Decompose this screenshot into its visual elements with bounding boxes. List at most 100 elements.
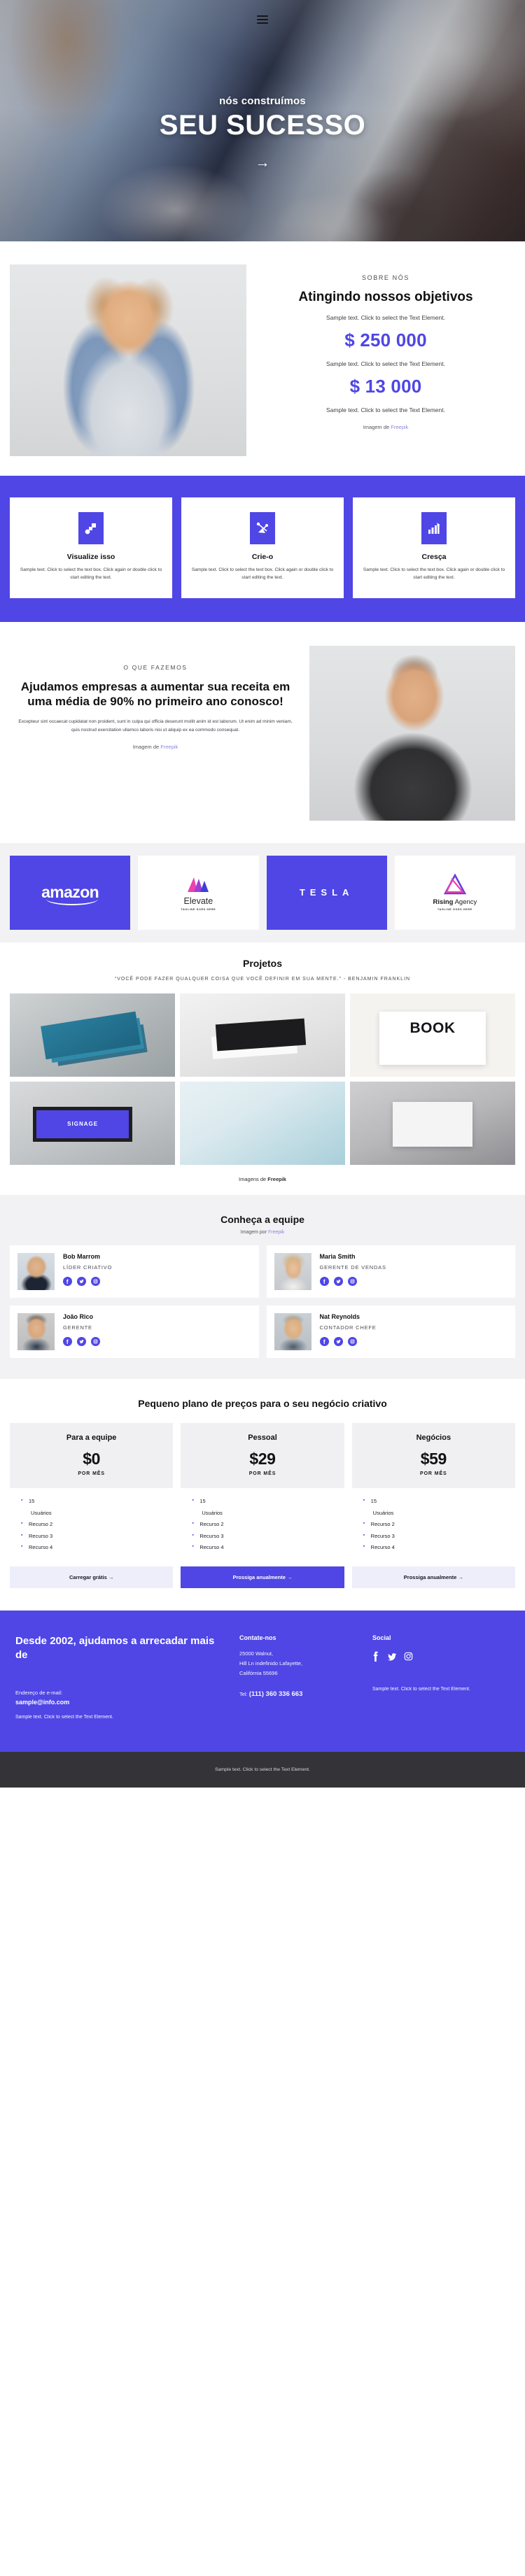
about-credit-prefix: Imagem de [363,424,391,431]
feature-card[interactable]: Crie-o Sample text. Click to select the … [181,497,344,598]
project-thumbnail[interactable] [350,1082,515,1165]
pricing-plan-header: Pessoal $29 POR MÊS [181,1422,344,1488]
pricing-grid: Para a equipe $0 POR MÊS 15 Usuários Rec… [10,1422,515,1555]
about-portrait-image [10,264,246,456]
pricing-section: Pequeno plano de preços para o seu negóc… [0,1379,525,1611]
bar-chart-growth-icon [421,512,447,544]
pricing-cta-free-button[interactable]: Carregar grátis → [10,1566,174,1589]
hamburger-menu-icon[interactable] [257,15,268,26]
project-thumbnail[interactable] [350,993,515,1077]
pricing-feature: 15 [21,1497,169,1506]
feature-card[interactable]: Visualize isso Sample text. Click to sel… [10,497,172,598]
team-member-name: Maria Smith [319,1253,356,1260]
avatar [18,1313,55,1350]
project-thumbnail[interactable] [10,1082,175,1165]
about-credit-link[interactable]: Freepik [391,424,408,430]
footer-right-note: Sample text. Click to select the Text El… [372,1687,470,1692]
footer-address-line-3: Califórnia 55696 [239,1669,278,1676]
feature-title: Crie-o [251,553,274,561]
pricing-plan-name: Para a equipe [66,1433,117,1442]
about-title: Atingindo nossos objetivos [298,290,473,304]
team-grid: Bob Marrom LÍDER CRIATIVO Maria Smith GE… [10,1245,515,1358]
twitter-icon[interactable] [387,1652,397,1662]
facebook-icon[interactable] [63,1277,72,1286]
twitter-icon[interactable] [77,1337,86,1346]
project-thumbnail[interactable] [180,1082,345,1165]
footer-social-column: Social Sample text. Click to select the … [372,1634,510,1721]
what-we-do-body: Excepteur sint occaecat cupidatat non pr… [18,719,293,733]
pricing-feature: 15 [192,1497,340,1506]
pricing-feature: Recurso 4 [363,1543,511,1552]
team-member-card[interactable]: Maria Smith GERENTE DE VENDAS [266,1245,515,1298]
facebook-icon[interactable] [63,1337,72,1346]
pricing-feature: Recurso 2 [21,1520,169,1529]
projects-credit-link[interactable]: Freepik [267,1176,286,1182]
team-member-card[interactable]: João Rico GERENTE [10,1305,259,1358]
pricing-plan-card: Negócios $59 POR MÊS 15 Usuários Recurso… [351,1422,515,1555]
rising-agency-mark-icon [443,874,466,895]
instagram-icon[interactable] [404,1652,413,1661]
footer-social-links [372,1651,510,1662]
elevate-mark-icon [188,877,209,892]
projects-quote: “VOCÊ PODE FAZER QUALQUER COISA QUE VOCÊ… [114,976,411,982]
pricing-cta-personal-button[interactable]: Prossiga anualmente → [181,1566,344,1589]
team-member-role: GERENTE DE VENDAS [319,1264,386,1271]
footer-email-value[interactable]: sample@info.com [15,1699,228,1706]
twitter-icon[interactable] [333,1277,343,1286]
team-member-role: LÍDER CRIATIVO [63,1264,113,1271]
pricing-feature: Recurso 2 [192,1520,340,1529]
about-desc-1: Sample text. Click to select the Text El… [326,314,445,322]
pricing-plan-features: 15 Usuários Recurso 2 Recurso 3 Recurso … [181,1488,344,1552]
twitter-icon[interactable] [77,1277,86,1286]
team-member-card[interactable]: Bob Marrom LÍDER CRIATIVO [10,1245,259,1298]
about-desc-3: Sample text. Click to select the Text El… [326,406,445,413]
team-title: Conheça a equipe [220,1214,304,1225]
pricing-plan-period: POR MÊS [78,1471,105,1476]
what-we-do-portrait-image [309,645,515,821]
feature-card[interactable]: Cresça Sample text. Click to select the … [353,497,515,598]
logo-rising-bold: Rising [433,898,454,907]
pricing-plan-period: POR MÊS [420,1471,447,1476]
facebook-icon[interactable] [319,1337,329,1346]
facebook-icon[interactable] [319,1277,329,1286]
pricing-plan-amount: $59 [420,1449,447,1468]
logo-elevate-wordmark: Elevate [183,896,214,906]
instagram-icon[interactable] [91,1337,100,1346]
hero-arrow-icon[interactable]: → [255,155,270,170]
logo-amazon: amazon [10,855,131,930]
footer-tel-value[interactable]: (111) 360 336 663 [249,1690,303,1698]
instagram-icon[interactable] [347,1277,357,1286]
footer-social-title: Social [372,1634,391,1642]
pricing-feature: Recurso 3 [21,1532,169,1541]
features-section: Visualize isso Sample text. Click to sel… [0,476,525,622]
pricing-cta-row: Carregar grátis → Prossiga anualmente → … [10,1566,515,1589]
team-member-name: Bob Marrom [63,1253,101,1260]
about-desc-2: Sample text. Click to select the Text El… [326,360,445,367]
pricing-plan-name: Negócios [416,1433,451,1442]
hero-title: SEU SUCESSO [159,110,366,141]
what-we-do-content: O QUE FAZEMOS Ajudamos empresas a aument… [10,646,309,821]
team-member-socials [63,1337,100,1346]
team-member-socials [319,1337,377,1346]
avatar [18,1253,55,1290]
project-thumbnail[interactable] [10,993,175,1077]
client-logos-section: amazon Elevate TAGLINE GOES HERE TESLA R… [0,842,525,942]
team-credit-link[interactable]: Freepik [268,1230,284,1235]
pricing-feature: 15 [363,1497,511,1506]
wwd-credit-link[interactable]: Freepik [160,744,178,750]
logo-elevate-tagline: TAGLINE GOES HERE [181,907,216,911]
logo-rising-tagline: TAGLINE GOES HERE [437,908,472,912]
twitter-icon[interactable] [333,1337,343,1346]
what-we-do-image-credit: Imagem de Freepik [17,744,294,750]
instagram-icon[interactable] [91,1277,100,1286]
team-member-card[interactable]: Nat Reynolds CONTADOR CHEFE [266,1305,515,1358]
pricing-cta-business-button[interactable]: Prossiga anualmente → [351,1566,515,1589]
team-member-socials [319,1277,386,1286]
project-thumbnail[interactable] [180,993,345,1077]
facebook-icon[interactable] [372,1651,380,1662]
footer-headline: Desde 2002, ajudamos a arrecadar mais de [15,1635,215,1662]
pricing-title: Pequeno plano de preços para o seu negóc… [138,1398,387,1409]
footer-address-line-2: Hill Ln indefinido Lafayette, [239,1659,303,1666]
instagram-icon[interactable] [347,1337,357,1346]
avatar [274,1253,312,1290]
